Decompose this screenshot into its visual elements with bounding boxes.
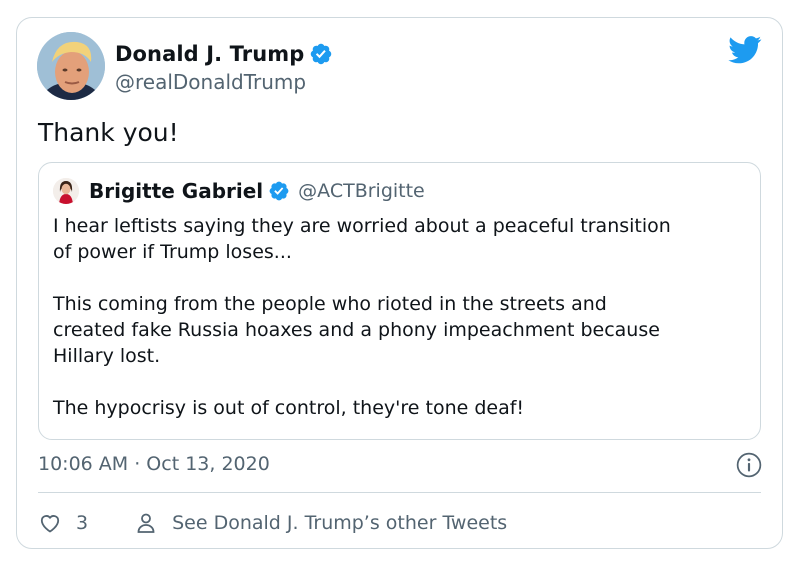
tweet-text: Thank you!: [38, 118, 179, 147]
other-tweets-label: See Donald J. Trump’s other Tweets: [172, 512, 508, 534]
quoted-author-handle[interactable]: @ACTBrigitte: [298, 180, 425, 202]
twitter-bird-icon[interactable]: [728, 36, 762, 64]
other-tweets-link[interactable]: See Donald J. Trump’s other Tweets: [134, 511, 507, 535]
quoted-tweet[interactable]: Brigitte Gabriel @ACTBrigitte I hear lef…: [38, 162, 761, 440]
author-info: Donald J. Trump @realDonaldTrump: [115, 40, 333, 94]
heart-icon: [40, 515, 60, 533]
like-button[interactable]: 3: [38, 511, 88, 535]
quoted-tweet-text: I hear leftists saying they are worried …: [53, 213, 753, 421]
tweet-actions: 3 See Donald J. Trump’s other Tweets: [38, 508, 507, 538]
tweet-header: Donald J. Trump @realDonaldTrump: [37, 32, 764, 102]
quoted-paragraph: This coming from the people who rioted i…: [53, 293, 660, 367]
verified-badge-icon: [311, 43, 332, 65]
quoted-paragraph: I hear leftists saying they are worried …: [53, 215, 671, 263]
like-count: 3: [76, 512, 89, 534]
tweet-timestamp[interactable]: 10:06 AM · Oct 13, 2020: [38, 453, 270, 475]
info-icon[interactable]: [736, 452, 762, 478]
author-name[interactable]: Donald J. Trump: [115, 42, 304, 66]
author-avatar[interactable]: [37, 32, 105, 100]
quoted-paragraph: The hypocrisy is out of control, they're…: [53, 397, 525, 419]
quoted-author-avatar[interactable]: [53, 178, 79, 204]
quoted-tweet-header: Brigitte Gabriel @ACTBrigitte: [53, 177, 425, 205]
verified-badge-icon: [269, 181, 289, 201]
author-handle[interactable]: @realDonaldTrump: [115, 70, 333, 94]
quoted-author-name[interactable]: Brigitte Gabriel: [89, 179, 263, 203]
tweet-card[interactable]: Donald J. Trump @realDonaldTrump Thank y…: [16, 17, 783, 549]
divider: [38, 492, 761, 493]
person-icon: [137, 513, 155, 533]
